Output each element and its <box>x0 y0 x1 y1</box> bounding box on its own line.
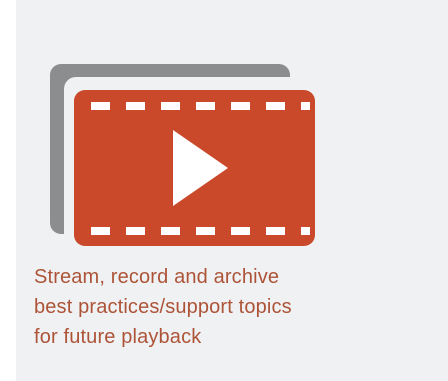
video-film-graphic <box>50 64 316 246</box>
feature-card: Stream, record and archive best practice… <box>16 0 448 381</box>
caption-line: for future playback <box>34 326 202 348</box>
caption-line: best practices/support topics <box>34 296 292 318</box>
caption-line: Stream, record and archive <box>34 266 280 288</box>
feature-caption: Stream, record and archive best practice… <box>34 262 414 352</box>
video-film-icon <box>50 64 316 246</box>
